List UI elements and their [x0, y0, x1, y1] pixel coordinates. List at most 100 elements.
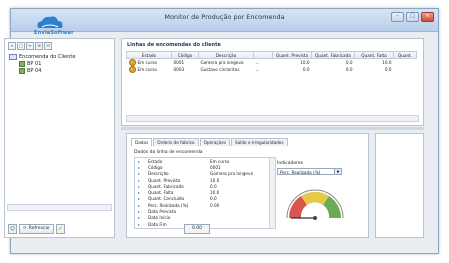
- ellipsis-cell[interactable]: ...: [254, 66, 273, 73]
- expand-arrow-icon: ▸: [138, 215, 141, 221]
- tab-ordens-fabrico[interactable]: Ordens de fabrico: [153, 138, 199, 146]
- tree-toolbar: ≡ □ ↔ ⊞ ⊟: [8, 42, 52, 50]
- column-header[interactable]: [253, 51, 273, 59]
- expand-arrow-icon: ▸: [138, 221, 141, 227]
- ellipsis-cell[interactable]: ...: [254, 59, 273, 67]
- expand-arrow-icon: ▸: [138, 202, 141, 208]
- order-lines-table: Estado Código Descrição Quant. Prevista …: [126, 51, 417, 73]
- tab-operacoes[interactable]: Operações: [199, 138, 231, 146]
- tab-saldo-irregularidades[interactable]: Saldo e Irregularidades: [231, 138, 288, 146]
- order-lines-title: Linhas de encomendas do cliente: [127, 42, 221, 48]
- order-lines-panel: Linhas de encomendas do cliente Estado C…: [121, 38, 424, 126]
- folder-icon: [9, 53, 17, 60]
- tree-root[interactable]: Encomenda do Cliente: [9, 53, 75, 60]
- close-button[interactable]: ×: [421, 12, 434, 22]
- produced-qty-cell: 0.0: [345, 67, 353, 72]
- detail-label: Quant. Falta: [148, 190, 174, 196]
- column-header[interactable]: Quant. Fabricada: [311, 51, 355, 59]
- detail-label: Quant. Prevista: [148, 177, 181, 183]
- tree-root-label: Encomenda do Cliente: [19, 53, 76, 60]
- detail-label: Data Início: [148, 215, 171, 221]
- detail-label: Quant. Fabricada: [148, 183, 184, 189]
- swap-icon[interactable]: ↔: [26, 42, 34, 50]
- description-cell: Gomera pra longeva: [200, 60, 244, 65]
- tree-item-bp04[interactable]: BP 04: [9, 67, 75, 74]
- column-header[interactable]: Quant. Prevista: [272, 51, 312, 59]
- details-tabs: Dados Ordens de fabrico Operações Saldo …: [131, 138, 289, 146]
- details-scrollbar[interactable]: [269, 158, 275, 228]
- column-header[interactable]: Estado: [126, 51, 172, 59]
- refresh-label: Refrescar: [28, 226, 51, 231]
- missing-qty-cell: 0.0: [384, 67, 392, 72]
- list-icon[interactable]: ≡: [8, 42, 16, 50]
- gauge-readout: 0.00: [184, 224, 210, 234]
- detail-value: 10.0: [210, 190, 220, 196]
- minimize-button[interactable]: –: [391, 12, 404, 22]
- gauge-chart: [286, 189, 344, 220]
- detail-label: Perc. Realizada (%): [148, 202, 189, 208]
- code-cell: 0001: [173, 60, 185, 65]
- detail-label: Data Prevista: [148, 209, 177, 215]
- user-icon[interactable]: ☺: [8, 224, 17, 234]
- column-header[interactable]: Quant.: [393, 51, 417, 59]
- column-header[interactable]: Descrição: [198, 51, 254, 59]
- in-progress-icon: !: [128, 66, 136, 73]
- missing-qty-cell: 10.0: [382, 60, 392, 65]
- tree-panel: ≡ □ ↔ ⊞ ⊟ Encomenda do Cliente BP 01 BP …: [4, 38, 115, 238]
- expand-arrow-icon: ▸: [138, 171, 141, 177]
- expand-arrow-icon: ▸: [138, 158, 141, 164]
- document-icon: [19, 67, 25, 74]
- in-progress-icon: !: [128, 59, 136, 66]
- table-horizontal-scrollbar[interactable]: [126, 115, 419, 122]
- indicator-select[interactable]: Perc. Realizada (%) ▼: [277, 168, 342, 175]
- detail-value: 10.0: [210, 177, 220, 183]
- details-title: Dados da linha de encomenda: [134, 150, 203, 155]
- description-cell: Gustavo circloritos: [200, 67, 240, 72]
- view-icon[interactable]: □: [17, 42, 25, 50]
- expand-arrow-icon: ▸: [138, 183, 141, 189]
- status-text: Em curso: [137, 60, 157, 65]
- maximize-button[interactable]: □: [406, 12, 419, 22]
- tree-horizontal-scrollbar[interactable]: [7, 204, 112, 211]
- detail-value: 0.00: [210, 202, 220, 208]
- detail-value: 0001: [210, 164, 221, 170]
- expand-arrow-icon: ▸: [138, 190, 141, 196]
- detail-value: Em curso: [210, 158, 230, 164]
- detail-label: Código: [148, 164, 163, 170]
- gauge-pivot: [313, 216, 317, 220]
- expand-arrow-icon: ▸: [138, 177, 141, 183]
- confirm-button[interactable]: ✓: [56, 224, 66, 234]
- detail-value: 0.0: [210, 196, 217, 202]
- detail-label: Descrição: [148, 171, 169, 177]
- tree-item-label: BP 04: [27, 67, 42, 74]
- indicator-title: Indicadores: [277, 161, 303, 166]
- brand-logo: EnviaSoftwar: [32, 14, 74, 40]
- tree-item-bp01[interactable]: BP 01: [9, 60, 75, 67]
- detail-label: Estado: [148, 158, 163, 164]
- planned-qty-cell: 0.0: [302, 67, 310, 72]
- expand-arrow-icon: ▸: [138, 196, 141, 202]
- planned-qty-cell: 10.0: [300, 60, 310, 65]
- column-header[interactable]: Código: [171, 51, 199, 59]
- table-row[interactable]: ! Em curso 0001 Gomera pra longeva ... 10…: [127, 59, 417, 67]
- tab-dados[interactable]: Dados: [131, 138, 153, 146]
- logo-wordmark: EnviaSoftwar: [34, 30, 74, 36]
- expand-arrow-icon: ▸: [138, 209, 141, 215]
- collapse-icon[interactable]: ⊟: [44, 42, 52, 50]
- detail-value: 0.0: [210, 183, 217, 189]
- column-header[interactable]: Quant. Falta: [354, 51, 394, 59]
- code-cell: 0003: [173, 67, 185, 72]
- chevron-down-icon: ▼: [334, 169, 341, 174]
- refresh-button[interactable]: ⟳ Refrescar: [19, 224, 55, 234]
- panel-splitter[interactable]: [121, 127, 424, 130]
- status-text: Em curso: [137, 67, 157, 72]
- detail-label: Quant. Concluída: [148, 196, 185, 202]
- expand-arrow-icon: ▸: [138, 164, 141, 170]
- details-panel: Dados Ordens de fabrico Operações Saldo …: [126, 133, 369, 238]
- title-bar: Monitor de Produção por Encomenda – □ ×: [11, 9, 438, 32]
- table-row[interactable]: ! Em curso 0003 Gustavo circloritos ... 0…: [127, 66, 417, 73]
- side-panel: [375, 133, 424, 238]
- window-title: Monitor de Produção por Encomenda: [164, 13, 285, 21]
- refresh-icon: ⟳: [23, 226, 27, 231]
- expand-icon[interactable]: ⊞: [35, 42, 43, 50]
